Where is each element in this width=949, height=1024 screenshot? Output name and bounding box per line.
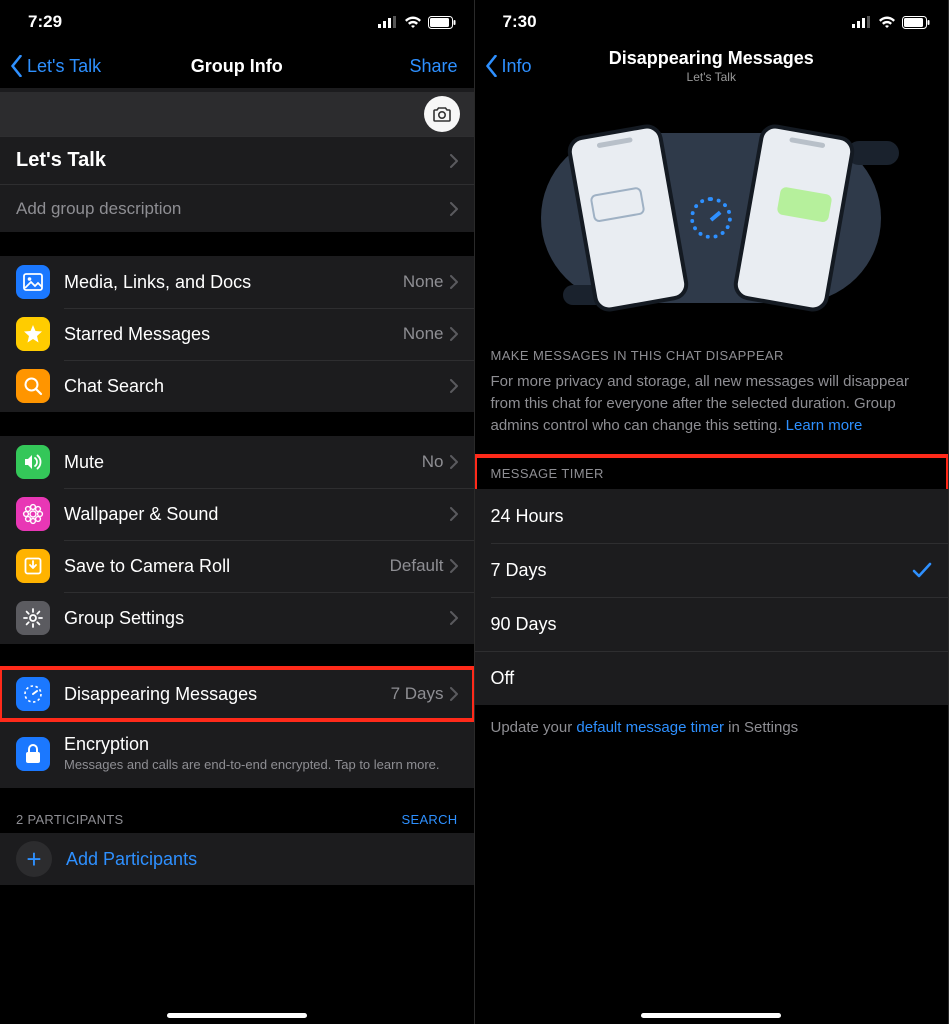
wifi-icon	[878, 16, 896, 29]
participants-count: 2 PARTICIPANTS	[16, 812, 124, 827]
group-settings-row[interactable]: Group Settings	[0, 592, 474, 644]
search-icon	[16, 369, 50, 403]
camera-button[interactable]	[424, 96, 460, 132]
gear-icon	[16, 601, 50, 635]
media-links-docs-row[interactable]: Media, Links, and Docs None	[0, 256, 474, 308]
back-button[interactable]: Info	[485, 55, 532, 77]
phone-illustration-right	[732, 122, 857, 314]
learn-more-link[interactable]: Learn more	[786, 417, 863, 434]
status-icons	[852, 16, 930, 29]
chat-search-row[interactable]: Chat Search	[0, 360, 474, 412]
chevron-right-icon	[450, 154, 458, 168]
chevron-right-icon	[450, 687, 458, 701]
home-indicator[interactable]	[167, 1013, 307, 1018]
timer-icon	[16, 677, 50, 711]
chevron-right-icon	[450, 455, 458, 469]
chevron-right-icon	[450, 611, 458, 625]
page-subtitle: Let's Talk	[609, 70, 814, 84]
flower-icon	[16, 497, 50, 531]
chevron-right-icon	[450, 275, 458, 289]
message-timer-section: MESSAGE TIMER 24 Hours 7 Days 90 Days	[475, 456, 949, 651]
page-title: Group Info	[191, 56, 283, 77]
timer-option-7-days[interactable]: 7 Days	[475, 543, 949, 597]
check-icon	[912, 561, 932, 579]
avatar-section	[0, 92, 474, 136]
default-timer-link[interactable]: default message timer	[576, 719, 724, 736]
status-bar: 7:30	[475, 0, 949, 44]
screen-group-info: 7:29 Let's Talk Group Info Share Let's T…	[0, 0, 475, 1024]
illustration	[475, 88, 949, 348]
back-label: Info	[502, 56, 532, 77]
cellular-icon	[852, 16, 872, 28]
add-participants-row[interactable]: + Add Participants	[0, 833, 474, 885]
description-text: For more privacy and storage, all new me…	[475, 371, 949, 456]
timer-option-90-days[interactable]: 90 Days	[475, 597, 949, 651]
status-bar: 7:29	[0, 0, 474, 44]
photo-icon	[16, 265, 50, 299]
content-scroll[interactable]: MAKE MESSAGES IN THIS CHAT DISAPPEAR For…	[475, 88, 949, 1024]
starred-messages-row[interactable]: Starred Messages None	[0, 308, 474, 360]
mute-row[interactable]: Mute No	[0, 436, 474, 488]
timer-option-24-hours[interactable]: 24 Hours	[475, 489, 949, 543]
screen-disappearing-messages: 7:30 Info Disappearing Messages Let's Ta…	[475, 0, 949, 1024]
footer-text: Update your default message timer in Set…	[475, 705, 949, 750]
status-icons	[378, 16, 456, 29]
status-time: 7:29	[28, 12, 62, 32]
battery-icon	[902, 16, 930, 29]
participants-search[interactable]: SEARCH	[402, 812, 458, 827]
page-title: Disappearing Messages	[609, 48, 814, 69]
chevron-right-icon	[450, 202, 458, 216]
chevron-right-icon	[450, 379, 458, 393]
timer-option-off[interactable]: Off	[475, 651, 949, 705]
save-camera-roll-row[interactable]: Save to Camera Roll Default	[0, 540, 474, 592]
chevron-right-icon	[450, 507, 458, 521]
share-button[interactable]: Share	[409, 56, 463, 77]
chevron-right-icon	[450, 327, 458, 341]
cellular-icon	[378, 16, 398, 28]
section-header-timer: MESSAGE TIMER	[475, 466, 949, 489]
group-description: Add group description	[16, 199, 181, 219]
battery-icon	[428, 16, 456, 29]
chevron-left-icon	[10, 55, 23, 77]
plus-icon: +	[16, 841, 52, 877]
wallpaper-sound-row[interactable]: Wallpaper & Sound	[0, 488, 474, 540]
lock-icon	[16, 737, 50, 771]
chevron-right-icon	[450, 559, 458, 573]
back-button[interactable]: Let's Talk	[10, 55, 101, 77]
speaker-icon	[16, 445, 50, 479]
wifi-icon	[404, 16, 422, 29]
status-time: 7:30	[503, 12, 537, 32]
content-scroll[interactable]: Let's Talk Add group description Media, …	[0, 88, 474, 1024]
participants-header: 2 PARTICIPANTS SEARCH	[0, 812, 474, 833]
group-description-row[interactable]: Add group description	[0, 184, 474, 232]
camera-icon	[432, 106, 452, 122]
timer-illustration-icon	[690, 197, 732, 239]
download-icon	[16, 549, 50, 583]
back-label: Let's Talk	[27, 56, 101, 77]
section-header-make-disappear: MAKE MESSAGES IN THIS CHAT DISAPPEAR	[475, 348, 949, 371]
home-indicator[interactable]	[641, 1013, 781, 1018]
disappearing-messages-row[interactable]: Disappearing Messages 7 Days	[0, 668, 474, 720]
group-name-row[interactable]: Let's Talk	[0, 136, 474, 184]
nav-bar: Info Disappearing Messages Let's Talk	[475, 44, 949, 88]
chevron-left-icon	[485, 55, 498, 77]
nav-bar: Let's Talk Group Info Share	[0, 44, 474, 88]
encryption-row[interactable]: Encryption Messages and calls are end-to…	[0, 720, 474, 788]
star-icon	[16, 317, 50, 351]
group-name: Let's Talk	[16, 149, 106, 172]
